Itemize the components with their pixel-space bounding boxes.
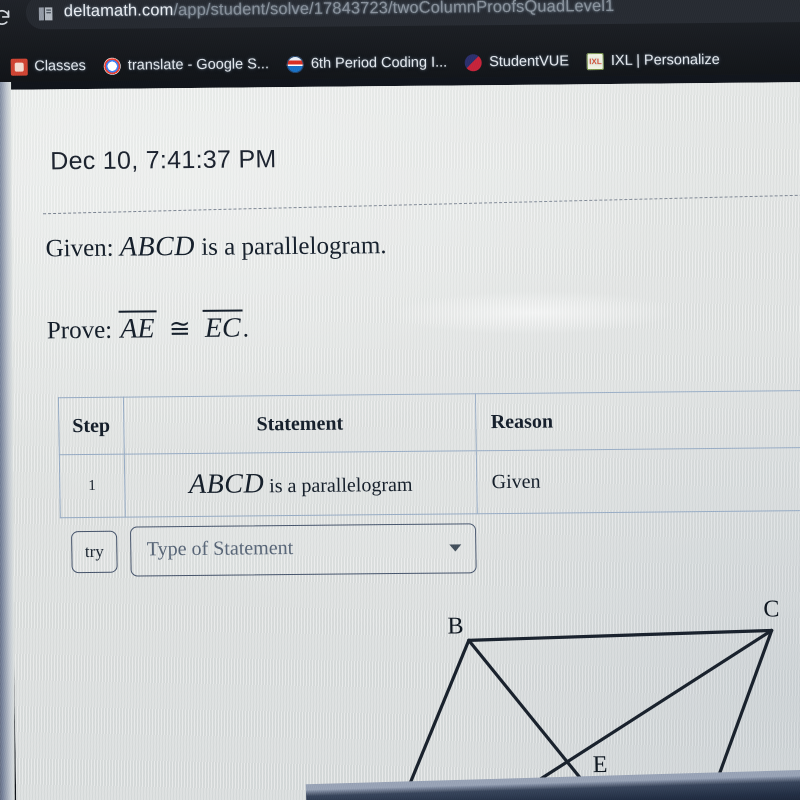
try-button[interactable]: try xyxy=(71,530,118,574)
statement-rest: is a parallelogram xyxy=(269,473,413,498)
given-line: Given: ABCD is a parallelogram. xyxy=(45,229,386,264)
cell-reason: Given xyxy=(476,447,800,514)
table-row: 1 ABCD is a parallelogram. is a parallel… xyxy=(59,447,800,518)
reload-icon[interactable] xyxy=(0,8,12,28)
header-step: Step xyxy=(58,397,124,455)
proof-table: Step Statement Reason 1 ABCD is a parall… xyxy=(58,390,800,587)
prove-line: Prove: AE ≅ EC. xyxy=(47,309,250,345)
prove-period: . xyxy=(242,315,250,343)
dropdown-placeholder: Type of Statement xyxy=(146,537,294,561)
type-of-statement-dropdown[interactable]: Type of Statement xyxy=(129,523,477,577)
segment-ae: AE xyxy=(118,310,157,345)
side-bc xyxy=(467,628,774,642)
statement-input-row: try Type of Statement xyxy=(60,510,800,586)
try-cell: try xyxy=(60,517,126,587)
browser-chrome: deltamath.com/app/student/solve/17843723… xyxy=(0,0,800,83)
bookmarks-bar: nks Classes translate - Google S... 6th … xyxy=(0,44,800,82)
studentvue-icon xyxy=(465,53,483,71)
cell-step: 1 xyxy=(59,454,125,518)
bookmark-translate[interactable]: translate - Google S... xyxy=(95,54,278,77)
congruent-symbol: ≅ xyxy=(168,314,191,344)
bookmark-label: IXL | Personalize xyxy=(610,51,720,69)
statement-figure: ABCD xyxy=(188,468,265,501)
table-header-row: Step Statement Reason xyxy=(58,390,800,455)
bookmark-label: 6th Period Coding I... xyxy=(310,54,448,72)
url-host: deltamath.com xyxy=(63,1,174,21)
bookmark-coding[interactable]: 6th Period Coding I... xyxy=(278,52,457,75)
glare-smudge xyxy=(388,289,679,337)
url-path: /app/student/solve/17843723/twoColumnPro… xyxy=(173,0,615,20)
monitor-photo-warp: deltamath.com/app/student/solve/17843723… xyxy=(0,0,800,800)
bookmark-label: StudentVUE xyxy=(489,53,570,71)
section-divider xyxy=(43,193,800,215)
parallelogram-svg xyxy=(364,628,774,800)
bookmark-label: Classes xyxy=(34,58,86,75)
bookmark-classes[interactable]: Classes xyxy=(1,55,95,77)
side-ab xyxy=(364,638,471,800)
given-suffix: is a parallelogram. xyxy=(201,232,387,261)
ixl-icon xyxy=(586,52,605,70)
page-content: Dec 10, 7:41:37 PM Given: ABCD is a para… xyxy=(5,81,800,800)
classes-icon xyxy=(10,58,28,76)
given-figure-name: ABCD xyxy=(119,230,196,263)
reason-empty-cell xyxy=(478,510,800,582)
timestamp: Dec 10, 7:41:37 PM xyxy=(49,145,277,176)
bookmark-ixl[interactable]: IXL | Personalize xyxy=(578,49,729,71)
cell-statement: ABCD is a parallelogram. is a parallelog… xyxy=(123,450,478,518)
vertex-label-c: C xyxy=(763,596,780,623)
vertex-label-b: B xyxy=(447,613,464,640)
google-icon xyxy=(103,57,122,75)
site-info-icon[interactable] xyxy=(38,5,54,22)
pepsi-icon xyxy=(286,55,305,73)
segment-ec: EC xyxy=(202,309,243,344)
statement-select-cell: Type of Statement xyxy=(125,514,479,586)
screenshot-root: deltamath.com/app/student/solve/17843723… xyxy=(0,0,800,800)
bookmark-label: translate - Google S... xyxy=(127,56,270,74)
bookmark-studentvue[interactable]: StudentVUE xyxy=(456,51,578,73)
header-reason: Reason xyxy=(475,390,800,451)
chevron-down-icon xyxy=(448,544,461,552)
prove-prefix: Prove: xyxy=(46,316,113,345)
given-prefix: Given: xyxy=(45,234,114,263)
header-statement: Statement xyxy=(122,393,477,455)
parallelogram-diagram: B C E xyxy=(313,582,800,800)
